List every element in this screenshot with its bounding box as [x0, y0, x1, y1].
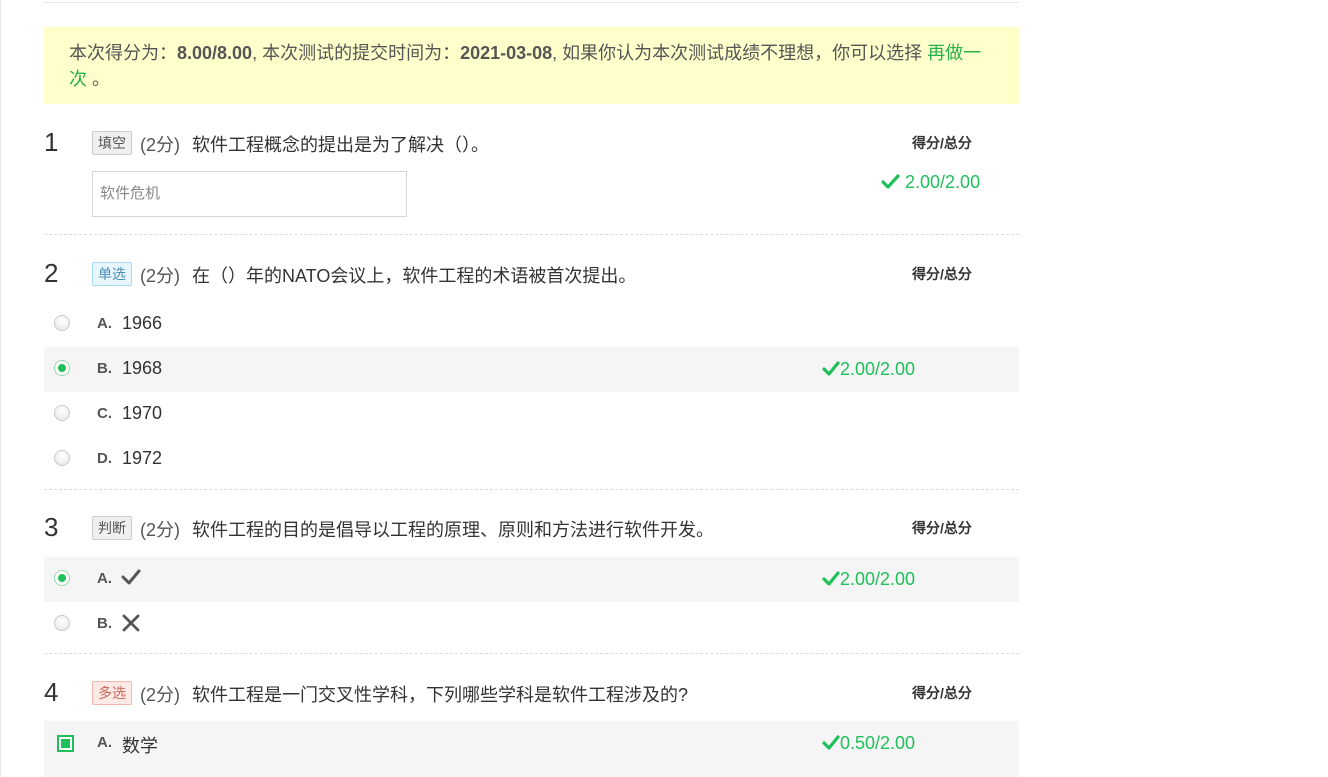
question-points: (2分)	[140, 135, 180, 155]
left-border	[0, 0, 1, 777]
option-letter: A.	[97, 734, 112, 751]
score-value: 0.50/2.00	[840, 733, 916, 753]
question-number: 4	[44, 677, 59, 707]
question-points: (2分)	[140, 266, 180, 286]
question-number: 3	[44, 512, 59, 542]
question-score: 2.00/2.00	[881, 172, 980, 193]
checkbox-selected[interactable]	[57, 735, 74, 752]
check-icon	[121, 568, 141, 591]
check-icon	[822, 735, 840, 750]
question-points: (2分)	[140, 520, 180, 540]
question-text: 软件工程概念的提出是为了解决（）。	[192, 135, 489, 155]
score-header: 得分/总分	[912, 135, 972, 151]
question-type-tag: 判断	[92, 516, 132, 540]
fill-answer-field[interactable]: 软件危机	[92, 171, 407, 217]
option-letter: D.	[97, 450, 112, 467]
banner-end: 。	[87, 69, 111, 89]
option-score: 2.00/2.00	[822, 569, 915, 590]
banner-middle: , 本次测试的提交时间为：	[252, 43, 461, 63]
score-value: 2.00/2.00	[905, 172, 981, 192]
question-text: 软件工程是一门交叉性学科，下列哪些学科是软件工程涉及的?	[192, 685, 689, 705]
question-divider	[44, 489, 1019, 490]
cross-icon	[121, 613, 141, 638]
option-text: 1968	[122, 358, 163, 378]
radio-button-selected[interactable]	[54, 360, 70, 376]
question-type-tag: 多选	[92, 681, 132, 705]
radio-button[interactable]	[54, 450, 70, 466]
top-divider	[44, 2, 1019, 3]
option-letter: A.	[97, 315, 112, 332]
option-letter: B.	[97, 615, 112, 632]
result-banner: 本次得分为：8.00/8.00, 本次测试的提交时间为：2021-03-08, …	[44, 27, 1019, 104]
option-row[interactable]: C. 1970	[44, 392, 1019, 437]
option-row-selected[interactable]: A. 2.00/2.00	[44, 557, 1019, 602]
option-row[interactable]: D. 1972	[44, 437, 1019, 482]
score-value: 2.00/2.00	[840, 359, 916, 379]
radio-button[interactable]	[54, 315, 70, 331]
check-icon	[822, 571, 840, 586]
option-row[interactable]: A. 1966	[44, 302, 1019, 347]
option-row[interactable]: B.	[44, 602, 1019, 647]
option-text: 数学	[122, 736, 158, 756]
question-number: 2	[44, 258, 59, 288]
option-letter: B.	[97, 360, 112, 377]
option-row-selected[interactable]: A. 数学 0.50/2.00	[44, 721, 1019, 777]
question-type-tag: 填空	[92, 131, 132, 155]
question-text: 软件工程的目的是倡导以工程的原理、原则和方法进行软件开发。	[192, 520, 714, 540]
score-header: 得分/总分	[912, 520, 972, 536]
banner-date: 2021-03-08	[460, 43, 553, 63]
option-text: 1972	[122, 448, 163, 468]
option-letter: A.	[97, 570, 112, 587]
option-score: 2.00/2.00	[822, 359, 915, 380]
radio-button[interactable]	[54, 405, 70, 421]
option-row-selected[interactable]: B. 1968 2.00/2.00	[44, 347, 1019, 392]
banner-prefix: 本次得分为：	[69, 43, 177, 63]
score-value: 2.00/2.00	[840, 569, 916, 589]
option-letter: C.	[97, 405, 112, 422]
option-text: 1970	[122, 403, 163, 423]
question-points: (2分)	[140, 685, 180, 705]
question-type-tag: 单选	[92, 262, 132, 286]
banner-suffix: , 如果你认为本次测试成绩不理想，你可以选择	[552, 43, 928, 63]
question-number: 1	[44, 127, 59, 157]
option-score: 0.50/2.00	[822, 733, 915, 754]
radio-button[interactable]	[54, 615, 70, 631]
question-divider	[44, 653, 1019, 654]
check-icon	[822, 361, 840, 376]
score-header: 得分/总分	[912, 685, 972, 701]
banner-score: 8.00/8.00	[177, 43, 253, 63]
radio-button-selected[interactable]	[54, 570, 70, 586]
option-text: 1966	[122, 313, 163, 333]
check-icon	[881, 174, 900, 189]
score-header: 得分/总分	[912, 266, 972, 282]
question-divider	[44, 234, 1019, 235]
question-text: 在（）年的NATO会议上，软件工程的术语被首次提出。	[192, 266, 637, 286]
